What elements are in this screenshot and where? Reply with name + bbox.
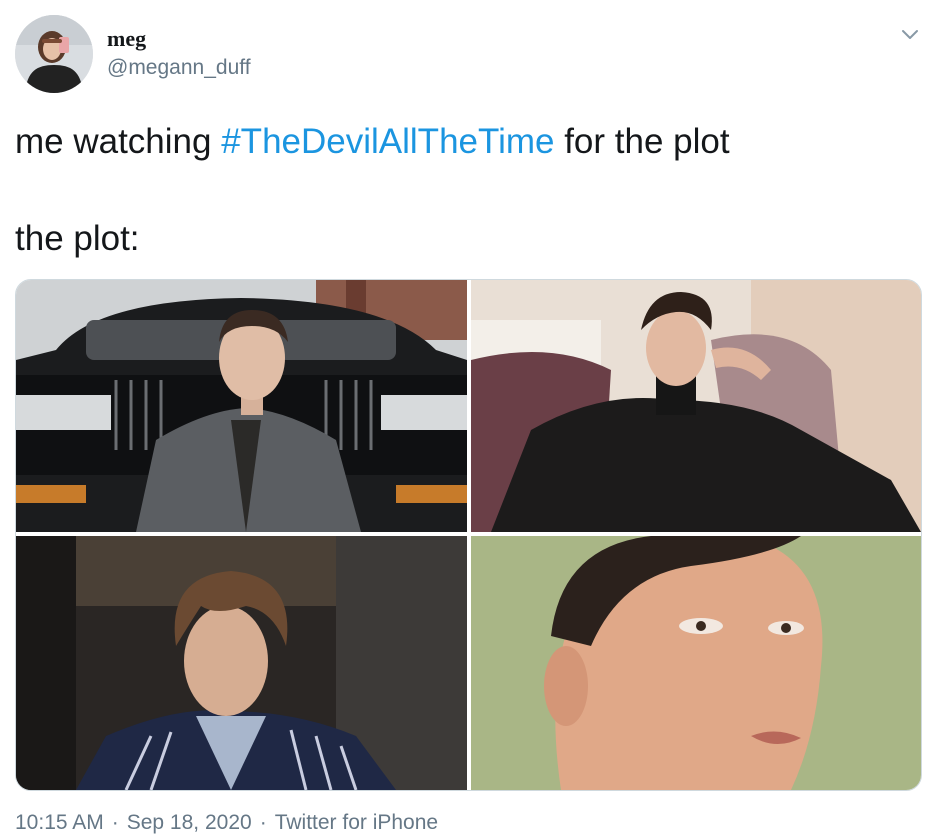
photo-2[interactable] bbox=[471, 280, 921, 532]
tweet-date[interactable]: Sep 18, 2020 bbox=[127, 811, 252, 834]
tweet-timestamp: 10:15 AM · Sep 18, 2020 · Twitter for iPhone bbox=[15, 811, 438, 835]
separator: · bbox=[259, 811, 267, 834]
display-name[interactable]: meg bbox=[107, 26, 146, 52]
photo-4[interactable] bbox=[471, 536, 921, 790]
tweet-source[interactable]: Twitter for iPhone bbox=[275, 811, 438, 834]
media-grid bbox=[15, 279, 922, 791]
photo-3[interactable] bbox=[16, 536, 467, 790]
chevron-down-icon[interactable] bbox=[900, 24, 920, 44]
hashtag-link[interactable]: #TheDevilAllTheTime bbox=[221, 122, 554, 161]
tweet-text-line-2: the plot: bbox=[15, 219, 140, 258]
separator: · bbox=[111, 811, 119, 834]
tweet-text-prefix: me watching bbox=[15, 122, 222, 161]
tweet-text-suffix: for the plot bbox=[554, 122, 730, 161]
tweet-card: meg @megann_duff me watching #TheDevilAl… bbox=[0, 0, 942, 834]
photo-1[interactable] bbox=[16, 280, 467, 532]
tweet-time[interactable]: 10:15 AM bbox=[15, 811, 104, 834]
tweet-text-line-1: me watching #TheDevilAllTheTime for the … bbox=[15, 122, 730, 162]
avatar-image bbox=[15, 15, 93, 93]
user-handle[interactable]: @megann_duff bbox=[107, 56, 251, 80]
avatar[interactable] bbox=[15, 15, 93, 93]
